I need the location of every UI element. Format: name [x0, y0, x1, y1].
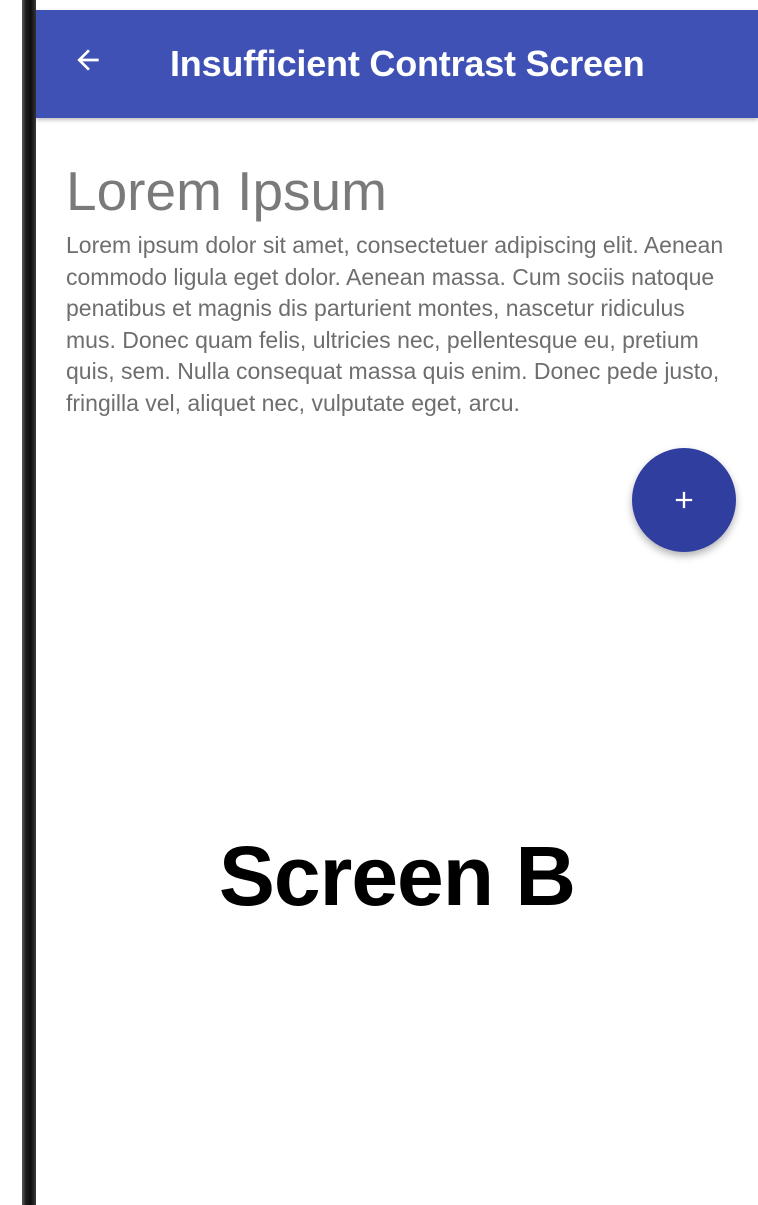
- device-frame-edge: [22, 0, 36, 1205]
- add-fab-button[interactable]: [632, 448, 736, 552]
- plus-icon: [675, 491, 693, 509]
- status-bar-area: [36, 0, 758, 10]
- arrow-left-icon: [77, 49, 99, 71]
- body-paragraph: Lorem ipsum dolor sit amet, consectetuer…: [66, 232, 724, 416]
- app-bar-title: Insufficient Contrast Screen: [170, 43, 645, 84]
- page-heading: Lorem Ipsum: [66, 160, 387, 222]
- screen-caption-label: Screen B: [218, 829, 576, 923]
- app-bar: Insufficient Contrast Screen: [36, 10, 758, 118]
- main-content: Lorem Ipsum Lorem ipsum dolor sit amet, …: [36, 118, 758, 1205]
- back-button[interactable]: [66, 38, 110, 82]
